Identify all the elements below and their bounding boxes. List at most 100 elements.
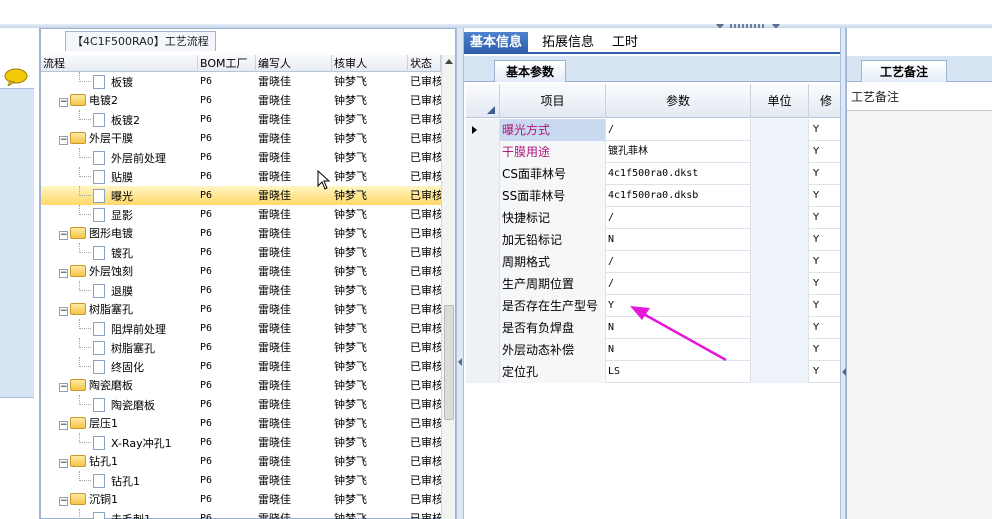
row-indicator[interactable] — [466, 229, 500, 251]
tree-node[interactable]: − 外层蚀刻 — [41, 262, 197, 281]
scroll-up-icon[interactable] — [445, 59, 453, 64]
vertical-splitter[interactable] — [456, 28, 464, 519]
tab-extended-info[interactable]: 拓展信息 — [536, 32, 600, 54]
table-row[interactable]: 干膜用途 镀孔菲林 Y — [466, 141, 844, 163]
tree-node[interactable]: − 钻孔1 — [41, 452, 197, 471]
row-indicator[interactable] — [466, 339, 500, 361]
collapse-toggle-icon[interactable]: − — [59, 421, 68, 430]
param-unit-cell[interactable] — [751, 185, 809, 207]
collapse-toggle-icon[interactable]: − — [59, 269, 68, 278]
param-unit-cell[interactable] — [751, 361, 809, 383]
param-value-cell[interactable]: 4c1f500ra0.dksb — [606, 185, 751, 207]
remark-textarea[interactable] — [847, 110, 992, 519]
collapse-toggle-icon[interactable]: − — [59, 307, 68, 316]
column-header-item[interactable]: 项目 — [500, 84, 606, 118]
row-indicator[interactable] — [466, 141, 500, 163]
param-value-cell[interactable]: / — [606, 207, 751, 229]
tree-node[interactable]: − 图形电镀 — [41, 224, 197, 243]
tree-node[interactable]: X-Ray冲孔1 — [41, 433, 197, 452]
tab-process-remark[interactable]: 工艺备注 — [861, 60, 947, 82]
table-row[interactable]: − 外层干膜 P6 雷晓佳 钟梦飞 已审核 — [41, 129, 441, 148]
param-unit-cell[interactable] — [751, 229, 809, 251]
tree-node[interactable]: 陶瓷磨板 — [41, 395, 197, 414]
table-row[interactable]: 周期格式 / Y — [466, 251, 844, 273]
tree-node[interactable]: 退膜 — [41, 281, 197, 300]
collapse-toggle-icon[interactable]: − — [59, 497, 68, 506]
param-value-cell[interactable]: / — [606, 251, 751, 273]
table-row[interactable]: CS面菲林号 4c1f500ra0.dkst Y — [466, 163, 844, 185]
tree-node[interactable]: 板镀 — [41, 72, 197, 91]
table-row[interactable]: 退膜 P6 雷晓佳 钟梦飞 已审核 — [41, 281, 441, 300]
table-row[interactable]: 贴膜 P6 雷晓佳 钟梦飞 已审核 — [41, 167, 441, 186]
column-header-status[interactable]: 状态 — [408, 55, 441, 72]
table-row[interactable]: SS面菲林号 4c1f500ra0.dksb Y — [466, 185, 844, 207]
param-unit-cell[interactable] — [751, 119, 809, 141]
table-row[interactable]: 去毛刺1 P6 雷晓佳 钟梦飞 已审核 — [41, 509, 441, 519]
table-row[interactable]: − 电镀2 P6 雷晓佳 钟梦飞 已审核 — [41, 91, 441, 110]
param-unit-cell[interactable] — [751, 273, 809, 295]
scroll-thumb[interactable] — [444, 305, 454, 420]
row-indicator[interactable] — [466, 185, 500, 207]
table-row[interactable]: 外层前处理 P6 雷晓佳 钟梦飞 已审核 — [41, 148, 441, 167]
tree-node[interactable]: 阻焊前处理 — [41, 319, 197, 338]
tree-node[interactable]: − 沉铜1 — [41, 490, 197, 509]
tree-node[interactable]: 外层前处理 — [41, 148, 197, 167]
column-header-modify[interactable]: 修 — [809, 84, 844, 118]
tree-node[interactable]: 去毛刺1 — [41, 509, 197, 519]
collapse-toggle-icon[interactable]: − — [59, 383, 68, 392]
table-row[interactable]: − 层压1 P6 雷晓佳 钟梦飞 已审核 — [41, 414, 441, 433]
param-unit-cell[interactable] — [751, 207, 809, 229]
table-row[interactable]: 阻焊前处理 P6 雷晓佳 钟梦飞 已审核 — [41, 319, 441, 338]
chat-bubble-icon[interactable] — [4, 68, 28, 86]
table-row[interactable]: 树脂塞孔 P6 雷晓佳 钟梦飞 已审核 — [41, 338, 441, 357]
column-header-bom[interactable]: BOM工厂 — [198, 55, 256, 72]
param-unit-cell[interactable] — [751, 295, 809, 317]
grid-corner[interactable] — [466, 84, 500, 118]
table-row[interactable]: 显影 P6 雷晓佳 钟梦飞 已审核 — [41, 205, 441, 224]
param-value-cell[interactable]: 4c1f500ra0.dkst — [606, 163, 751, 185]
table-row[interactable]: − 图形电镀 P6 雷晓佳 钟梦飞 已审核 — [41, 224, 441, 243]
collapse-left-icon[interactable] — [458, 358, 462, 366]
row-indicator[interactable] — [466, 273, 500, 295]
table-row[interactable]: 生产周期位置 / Y — [466, 273, 844, 295]
param-value-cell[interactable]: 镀孔菲林 — [606, 141, 751, 163]
column-header-unit[interactable]: 单位 — [751, 84, 809, 118]
table-row[interactable]: − 沉铜1 P6 雷晓佳 钟梦飞 已审核 — [41, 490, 441, 509]
param-unit-cell[interactable] — [751, 317, 809, 339]
param-unit-cell[interactable] — [751, 339, 809, 361]
table-row[interactable]: 板镀 P6 雷晓佳 钟梦飞 已审核 — [41, 72, 441, 91]
table-row[interactable]: 曝光方式 / Y — [466, 119, 844, 141]
tab-basic-params[interactable]: 基本参数 — [494, 60, 566, 82]
column-header-flow[interactable]: 流程 — [41, 55, 198, 72]
tree-node[interactable]: 终固化 — [41, 357, 197, 376]
param-value-cell[interactable]: / — [606, 273, 751, 295]
param-unit-cell[interactable] — [751, 141, 809, 163]
collapse-toggle-icon[interactable]: − — [59, 98, 68, 107]
tab-work-hours[interactable]: 工时 — [606, 32, 644, 54]
table-row[interactable]: − 树脂塞孔 P6 雷晓佳 钟梦飞 已审核 — [41, 300, 441, 319]
tree-node[interactable]: − 树脂塞孔 — [41, 300, 197, 319]
tree-node[interactable]: 贴膜 — [41, 167, 197, 186]
table-row[interactable]: 镀孔 P6 雷晓佳 钟梦飞 已审核 — [41, 243, 441, 262]
tree-node[interactable]: − 电镀2 — [41, 91, 197, 110]
table-row[interactable]: 曝光 P6 雷晓佳 钟梦飞 已审核 — [41, 186, 441, 205]
row-indicator[interactable] — [466, 207, 500, 229]
param-value-cell[interactable]: N — [606, 229, 751, 251]
tree-node[interactable]: 曝光 — [41, 186, 197, 205]
tree-node[interactable]: 板镀2 — [41, 110, 197, 129]
collapse-toggle-icon[interactable]: − — [59, 231, 68, 240]
table-row[interactable]: 终固化 P6 雷晓佳 钟梦飞 已审核 — [41, 357, 441, 376]
tree-node[interactable]: 显影 — [41, 205, 197, 224]
tree-node[interactable]: 树脂塞孔 — [41, 338, 197, 357]
tree-node[interactable]: − 外层干膜 — [41, 129, 197, 148]
table-row[interactable]: − 陶瓷磨板 P6 雷晓佳 钟梦飞 已审核 — [41, 376, 441, 395]
tree-scrollbar[interactable] — [441, 55, 455, 519]
column-header-writer[interactable]: 编写人 — [256, 55, 332, 72]
param-unit-cell[interactable] — [751, 251, 809, 273]
table-row[interactable]: 快捷标记 / Y — [466, 207, 844, 229]
tree-node[interactable]: − 层压1 — [41, 414, 197, 433]
row-indicator[interactable] — [466, 119, 500, 141]
column-header-value[interactable]: 参数 — [606, 84, 751, 118]
table-row[interactable]: − 外层蚀刻 P6 雷晓佳 钟梦飞 已审核 — [41, 262, 441, 281]
collapse-toggle-icon[interactable]: − — [59, 459, 68, 468]
